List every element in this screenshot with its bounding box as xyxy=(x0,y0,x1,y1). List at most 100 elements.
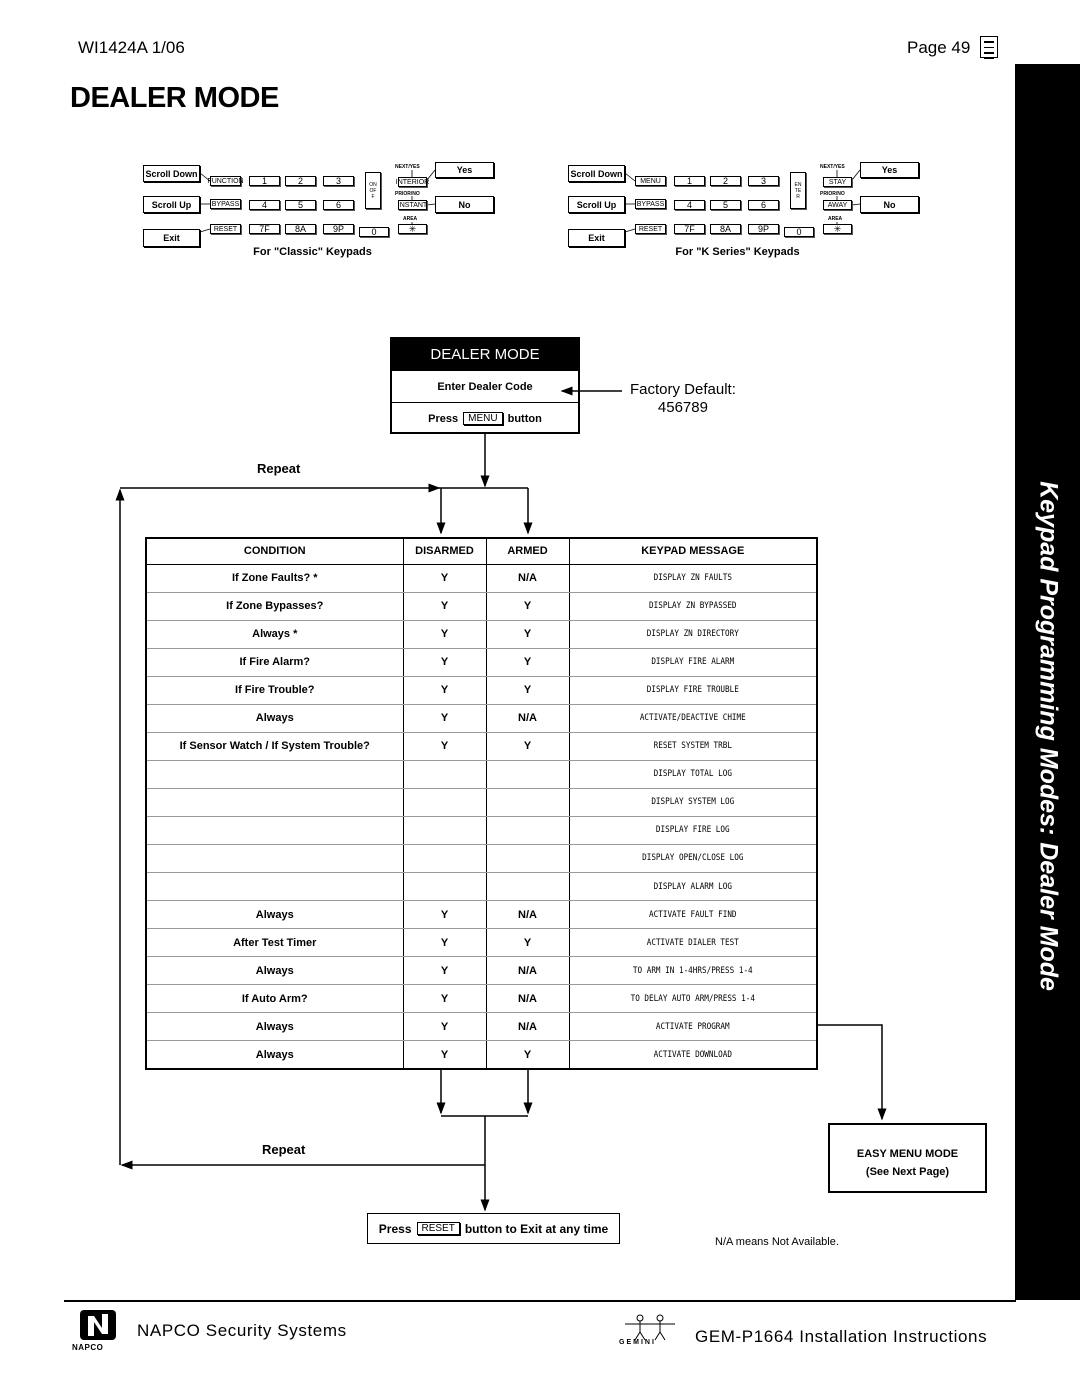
easy-menu-title: EASY MENU MODE xyxy=(856,1148,959,1160)
table-row: DISPLAY TOTAL LOG xyxy=(145,759,817,789)
disarmed-cell: Y xyxy=(402,1012,487,1042)
armed-cell: Y xyxy=(485,1040,570,1070)
disarmed-cell: Y xyxy=(402,619,487,649)
disarmed-cell xyxy=(402,787,487,817)
keypad-message-cell: RESET SYSTEM TRBL xyxy=(587,731,799,761)
condition-cell xyxy=(145,759,404,789)
table-row: If Zone Bypasses? Y Y DISPLAY ZN BYPASSED xyxy=(145,591,817,621)
armed-cell: Y xyxy=(485,675,570,705)
footer-divider xyxy=(64,1300,1016,1302)
keypad-message-cell: TO ARM IN 1-4HRS/PRESS 1-4 xyxy=(587,956,799,986)
condition-cell xyxy=(145,815,404,845)
keypad-message-cell: ACTIVATE DOWNLOAD xyxy=(587,1040,799,1070)
disarmed-cell: Y xyxy=(402,647,487,677)
table-row: If Fire Trouble? Y Y DISPLAY FIRE TROUBLE xyxy=(145,675,817,705)
keypad-message-cell: DISPLAY ZN BYPASSED xyxy=(587,591,799,621)
keypad-message-cell: DISPLAY ZN FAULTS xyxy=(587,563,799,593)
table-row: If Sensor Watch / If System Trouble? Y Y RE… xyxy=(145,731,817,761)
armed-cell: N/A xyxy=(485,703,570,733)
condition-cell: Always * xyxy=(145,619,404,649)
table-row: DISPLAY ALARM LOG xyxy=(145,872,817,902)
armed-cell: Y xyxy=(485,619,570,649)
keypad-message-cell: DISPLAY FIRE ALARM xyxy=(587,647,799,677)
disarmed-cell: Y xyxy=(402,984,487,1014)
company-name: NAPCO Security Systems xyxy=(137,1321,347,1340)
disarmed-cell xyxy=(402,843,487,874)
manual-title: GEM-P1664 Installation Instructions xyxy=(695,1327,988,1346)
disarmed-cell xyxy=(402,759,487,789)
condition-cell: Always xyxy=(145,1040,404,1070)
disarmed-cell xyxy=(402,815,487,845)
disarmed-cell: Y xyxy=(402,956,487,986)
armed-cell xyxy=(485,787,570,817)
condition-cell: If Zone Bypasses? xyxy=(145,591,404,621)
condition-cell: If Zone Faults? * xyxy=(145,563,404,593)
table-row: Always * Y Y DISPLAY ZN DIRECTORY xyxy=(145,619,817,649)
condition-cell: Always xyxy=(145,956,404,986)
table-row: After Test Timer Y Y ACTIVATE DIALER TEST xyxy=(145,928,817,958)
table-row: Always Y N/A ACTIVATE/DEACTIVE CHIME xyxy=(145,703,817,733)
table-row: DISPLAY OPEN/CLOSE LOG xyxy=(145,843,817,874)
armed-cell: Y xyxy=(485,731,570,761)
gemini-logo-word: GEMINI xyxy=(619,1339,656,1346)
table-row: If Zone Faults? * Y N/A DISPLAY ZN FAULTS xyxy=(145,563,817,593)
disarmed-cell: Y xyxy=(402,591,487,621)
disarmed-cell: Y xyxy=(402,731,487,761)
disarmed-cell: Y xyxy=(402,928,487,958)
disarmed-cell: Y xyxy=(402,675,487,705)
condition-cell: If Fire Trouble? xyxy=(145,675,404,705)
condition-cell: Always xyxy=(145,703,404,733)
armed-cell: Y xyxy=(485,928,570,958)
armed-cell: N/A xyxy=(485,900,570,930)
armed-cell: N/A xyxy=(485,1012,570,1042)
armed-cell: N/A xyxy=(485,984,570,1014)
col-keypad-message: KEYPAD MESSAGE xyxy=(568,537,818,565)
keypad-message-cell: DISPLAY FIRE LOG xyxy=(587,815,799,845)
disarmed-cell: Y xyxy=(402,703,487,733)
keypad-message-cell: DISPLAY ZN DIRECTORY xyxy=(587,619,799,649)
condition-cell: If Fire Alarm? xyxy=(145,647,404,677)
easy-menu-mode-box: EASY MENU MODE (See Next Page) xyxy=(828,1123,987,1193)
col-disarmed: DISARMED xyxy=(402,537,487,565)
disarmed-cell xyxy=(402,872,487,902)
condition-cell: Always xyxy=(145,1012,404,1042)
condition-cell: If Sensor Watch / If System Trouble? xyxy=(145,731,404,761)
dealer-mode-table: CONDITION DISARMED ARMED KEYPAD MESSAGE … xyxy=(145,537,818,1070)
armed-cell: Y xyxy=(485,647,570,677)
condition-cell xyxy=(145,787,404,817)
keypad-message-cell: ACTIVATE FAULT FIND xyxy=(587,900,799,930)
napco-logo-icon xyxy=(80,1310,116,1340)
keypad-message-cell: ACTIVATE PROGRAM xyxy=(587,1012,799,1042)
col-condition: CONDITION xyxy=(145,537,404,565)
keypad-message-cell: DISPLAY ALARM LOG xyxy=(587,872,799,902)
condition-cell: After Test Timer xyxy=(145,928,404,958)
armed-cell: N/A xyxy=(485,563,570,593)
table-row: Always Y Y ACTIVATE DOWNLOAD xyxy=(145,1040,817,1070)
easy-menu-subtitle: (See Next Page) xyxy=(865,1166,950,1178)
keypad-message-cell: TO DELAY AUTO ARM/PRESS 1-4 xyxy=(587,984,799,1014)
condition-cell xyxy=(145,872,404,902)
keypad-message-cell: DISPLAY SYSTEM LOG xyxy=(587,787,799,817)
disarmed-cell: Y xyxy=(402,900,487,930)
table-row: Always Y N/A ACTIVATE FAULT FIND xyxy=(145,900,817,930)
armed-cell xyxy=(485,843,570,874)
napco-logo-word: NAPCO xyxy=(72,1343,104,1352)
table-header-row: CONDITION DISARMED ARMED KEYPAD MESSAGE xyxy=(145,537,818,565)
condition-cell xyxy=(145,843,404,874)
keypad-message-cell: DISPLAY OPEN/CLOSE LOG xyxy=(587,843,799,874)
table-row: Always Y N/A ACTIVATE PROGRAM xyxy=(145,1012,817,1042)
armed-cell: N/A xyxy=(485,956,570,986)
table-row: Always Y N/A TO ARM IN 1-4HRS/PRESS 1-4 xyxy=(145,956,817,986)
condition-cell: Always xyxy=(145,900,404,930)
press-text: Press xyxy=(378,1221,412,1236)
armed-cell: Y xyxy=(485,591,570,621)
keypad-message-cell: ACTIVATE/DEACTIVE CHIME xyxy=(587,703,799,733)
condition-cell: If Auto Arm? xyxy=(145,984,404,1014)
na-note: N/A means Not Available. xyxy=(715,1236,839,1248)
disarmed-cell: Y xyxy=(402,563,487,593)
exit-text: button to Exit at any time xyxy=(464,1221,609,1236)
disarmed-cell: Y xyxy=(402,1040,487,1070)
table-row: If Auto Arm? Y N/A TO DELAY AUTO ARM/PRESS … xyxy=(145,984,817,1014)
gemini-logo-icon xyxy=(625,1314,675,1341)
table-row: DISPLAY FIRE LOG xyxy=(145,815,817,845)
